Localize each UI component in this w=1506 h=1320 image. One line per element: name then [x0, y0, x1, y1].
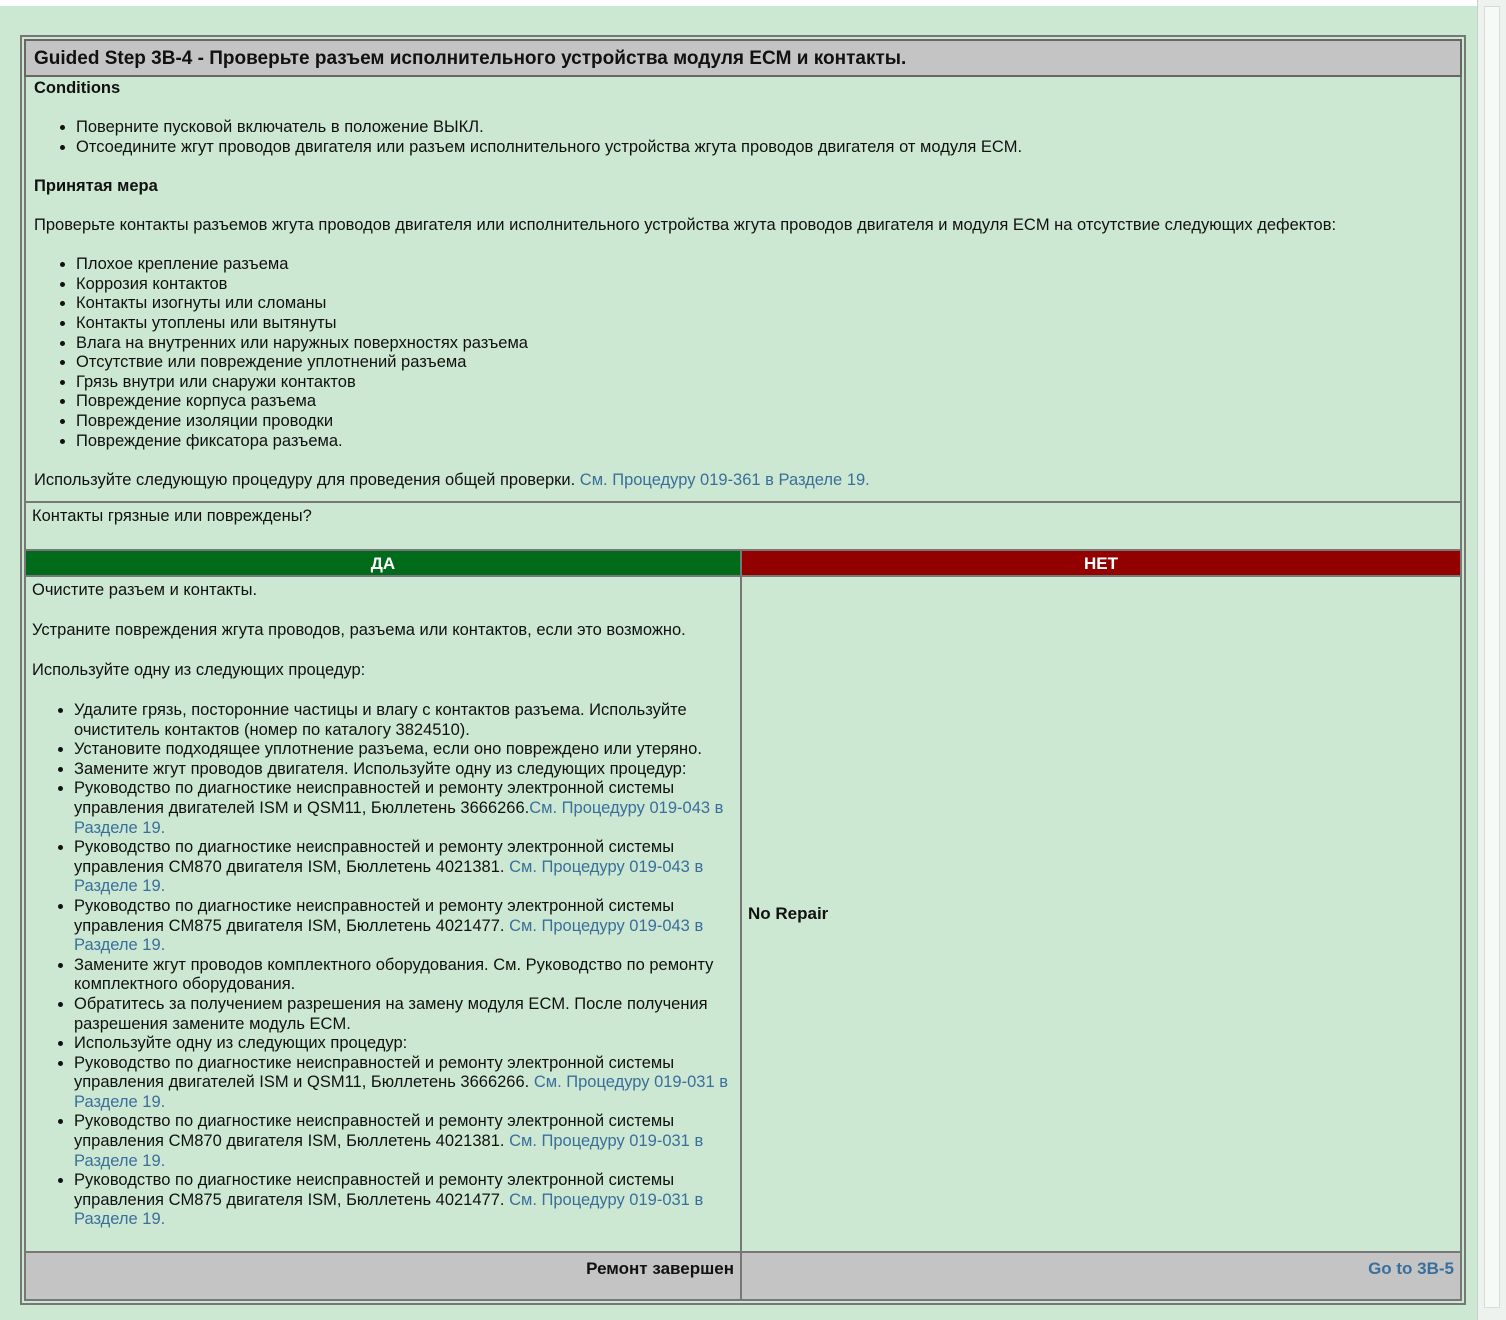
go-to-step-link[interactable]: Go to 3B-5	[1368, 1259, 1454, 1278]
list-item: Поверните пусковой включатель в положени…	[76, 118, 1452, 138]
guided-step-table: Guided Step 3B-4 - Проверьте разъем испо…	[24, 39, 1463, 1301]
yes-paragraph: Очистите разъем и контакты.	[32, 581, 258, 599]
list-item: Удалите грязь, посторонние частицы и вла…	[74, 701, 734, 740]
list-item: Плохое крепление разъема	[76, 255, 1452, 275]
list-item: Руководство по диагностике неисправносте…	[74, 838, 734, 897]
scrollbar-thumb[interactable]	[1484, 6, 1500, 1308]
list-item: Замените жгут проводов двигателя. Исполь…	[74, 760, 734, 780]
yes-procedure-list: Удалите грязь, посторонние частицы и вла…	[32, 701, 734, 1230]
list-item: Грязь внутри или снаружи контактов	[76, 373, 1452, 393]
list-item: Установите подходящее уплотнение разъема…	[74, 740, 734, 760]
yes-paragraph: Используйте одну из следующих процедур:	[32, 661, 366, 679]
no-body: No Repair	[742, 577, 1463, 1253]
list-item: Повреждение корпуса разъема	[76, 392, 1452, 412]
no-footer: Go to 3B-5	[742, 1253, 1463, 1301]
list-item: Влага на внутренних или наружных поверхн…	[76, 334, 1452, 354]
question-text: Контакты грязные или повреждены?	[24, 503, 1463, 551]
procedure-text: Используйте следующую процедуру для пров…	[34, 471, 580, 490]
list-item: Используйте одну из следующих процедур:	[74, 1034, 734, 1054]
vertical-scrollbar[interactable]	[1477, 0, 1506, 1320]
action-heading: Принятая мера	[34, 177, 158, 196]
action-text: Проверьте контакты разъемов жгута провод…	[34, 216, 1337, 235]
conditions-heading: Conditions	[34, 79, 121, 97]
yes-paragraph: Устраните повреждения жгута проводов, ра…	[32, 621, 686, 639]
list-item: Отсутствие или повреждение уплотнений ра…	[76, 353, 1452, 373]
list-item: Руководство по диагностике неисправносте…	[74, 779, 734, 838]
conditions-section: Conditions Поверните пусковой включатель…	[24, 77, 1463, 503]
top-strip	[0, 0, 1506, 6]
list-item: Руководство по диагностике неисправносте…	[74, 1054, 734, 1113]
defects-list: Плохое крепление разъема Коррозия контак…	[34, 255, 1452, 451]
list-item: Руководство по диагностике неисправносте…	[74, 897, 734, 956]
list-item: Замените жгут проводов комплектного обор…	[74, 956, 734, 995]
procedure-link[interactable]: См. Процедуру 019-361 в Разделе 19.	[580, 471, 870, 489]
list-item: Обратитесь за получением разрешения на з…	[74, 995, 734, 1034]
list-item: Повреждение изоляции проводки	[76, 412, 1452, 432]
list-item: Коррозия контактов	[76, 275, 1452, 295]
yes-body: Очистите разъем и контакты. Устраните по…	[24, 577, 742, 1253]
procedure-line: Используйте следующую процедуру для пров…	[34, 471, 1452, 490]
no-header: НЕТ	[742, 551, 1463, 577]
list-item: Руководство по диагностике неисправносте…	[74, 1112, 734, 1171]
list-item: Контакты утоплены или вытянуты	[76, 314, 1452, 334]
list-item: Руководство по диагностике неисправносте…	[74, 1171, 734, 1230]
guided-step-frame: Guided Step 3B-4 - Проверьте разъем испо…	[20, 35, 1466, 1305]
step-title: Guided Step 3B-4 - Проверьте разъем испо…	[24, 39, 1463, 77]
list-item: Контакты изогнуты или сломаны	[76, 294, 1452, 314]
yes-footer: Ремонт завершен	[24, 1253, 742, 1301]
conditions-list: Поверните пусковой включатель в положени…	[34, 118, 1452, 157]
list-item: Отсоедините жгут проводов двигателя или …	[76, 138, 1452, 158]
list-item: Повреждение фиксатора разъема.	[76, 432, 1452, 452]
yes-header: ДА	[24, 551, 742, 577]
